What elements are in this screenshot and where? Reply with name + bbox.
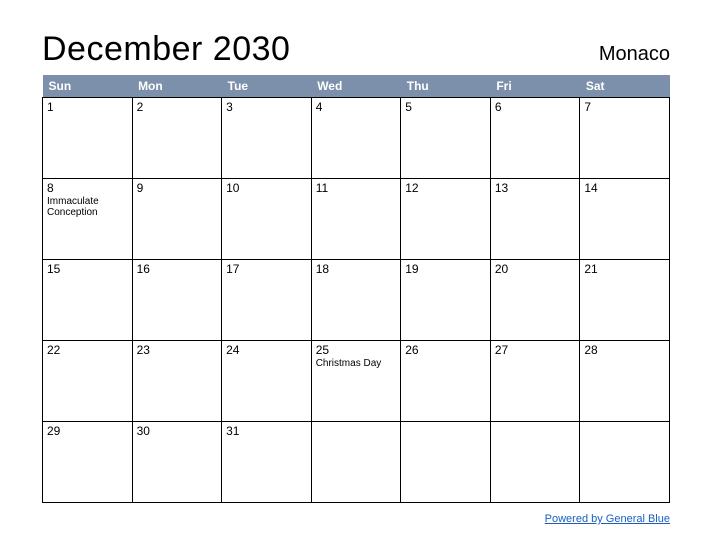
day-number: 17	[226, 262, 307, 276]
calendar-cell: 17	[222, 260, 312, 341]
calendar-cell: 19	[401, 260, 491, 341]
calendar-cell	[580, 422, 670, 503]
calendar-cell: 7	[580, 98, 670, 179]
day-number: 28	[584, 343, 665, 357]
calendar-cell: 21	[580, 260, 670, 341]
calendar-cell: 30	[132, 422, 222, 503]
calendar-cell	[490, 422, 580, 503]
day-number: 12	[405, 181, 486, 195]
calendar-title: December 2030	[42, 30, 290, 69]
day-number: 20	[495, 262, 576, 276]
day-number: 30	[137, 424, 218, 438]
day-number: 19	[405, 262, 486, 276]
day-number: 1	[47, 100, 128, 114]
calendar-cell	[401, 422, 491, 503]
country-label: Monaco	[599, 43, 670, 66]
calendar-cell: 11	[311, 179, 401, 260]
calendar-cell: 2	[132, 98, 222, 179]
calendar-cell: 29	[43, 422, 133, 503]
day-number: 10	[226, 181, 307, 195]
day-number: 14	[584, 181, 665, 195]
calendar-cell: 13	[490, 179, 580, 260]
day-header-wed: Wed	[311, 75, 401, 98]
day-number: 3	[226, 100, 307, 114]
day-number: 9	[137, 181, 218, 195]
day-number: 5	[405, 100, 486, 114]
calendar-cell: 22	[43, 341, 133, 422]
calendar-cell: 6	[490, 98, 580, 179]
day-number: 24	[226, 343, 307, 357]
calendar-cell: 18	[311, 260, 401, 341]
day-number: 23	[137, 343, 218, 357]
calendar-cell: 27	[490, 341, 580, 422]
calendar-cell: 12	[401, 179, 491, 260]
calendar-cell: 16	[132, 260, 222, 341]
day-number: 21	[584, 262, 665, 276]
calendar-cell: 24	[222, 341, 312, 422]
calendar-cell: 28	[580, 341, 670, 422]
day-header-sat: Sat	[580, 75, 670, 98]
day-number: 4	[316, 100, 397, 114]
calendar-cell: 25Christmas Day	[311, 341, 401, 422]
calendar-cell: 1	[43, 98, 133, 179]
day-header-fri: Fri	[490, 75, 580, 98]
day-number: 25	[316, 343, 397, 357]
day-number: 16	[137, 262, 218, 276]
calendar-cell: 3	[222, 98, 312, 179]
day-header-tue: Tue	[222, 75, 312, 98]
day-number: 27	[495, 343, 576, 357]
day-number: 29	[47, 424, 128, 438]
calendar-cell: 5	[401, 98, 491, 179]
calendar-cell: 23	[132, 341, 222, 422]
day-number: 31	[226, 424, 307, 438]
day-header-mon: Mon	[132, 75, 222, 98]
calendar-cell: 14	[580, 179, 670, 260]
day-event: Christmas Day	[316, 358, 397, 369]
day-number: 22	[47, 343, 128, 357]
day-event: Immaculate Conception	[47, 196, 128, 218]
day-number: 15	[47, 262, 128, 276]
calendar-cell: 10	[222, 179, 312, 260]
day-number: 26	[405, 343, 486, 357]
calendar-cell: 15	[43, 260, 133, 341]
calendar-cell: 4	[311, 98, 401, 179]
calendar-cell: 20	[490, 260, 580, 341]
day-number: 8	[47, 181, 128, 195]
day-number: 7	[584, 100, 665, 114]
calendar-cell: 9	[132, 179, 222, 260]
day-number: 18	[316, 262, 397, 276]
calendar-cell: 8Immaculate Conception	[43, 179, 133, 260]
powered-by-link[interactable]: Powered by General Blue	[545, 513, 670, 525]
day-header-sun: Sun	[43, 75, 133, 98]
day-number: 13	[495, 181, 576, 195]
calendar-grid: Sun Mon Tue Wed Thu Fri Sat 12345678Imma…	[42, 75, 670, 503]
calendar-cell	[311, 422, 401, 503]
day-number: 2	[137, 100, 218, 114]
day-number: 11	[316, 181, 397, 195]
calendar-cell: 31	[222, 422, 312, 503]
day-number: 6	[495, 100, 576, 114]
day-header-thu: Thu	[401, 75, 491, 98]
calendar-cell: 26	[401, 341, 491, 422]
